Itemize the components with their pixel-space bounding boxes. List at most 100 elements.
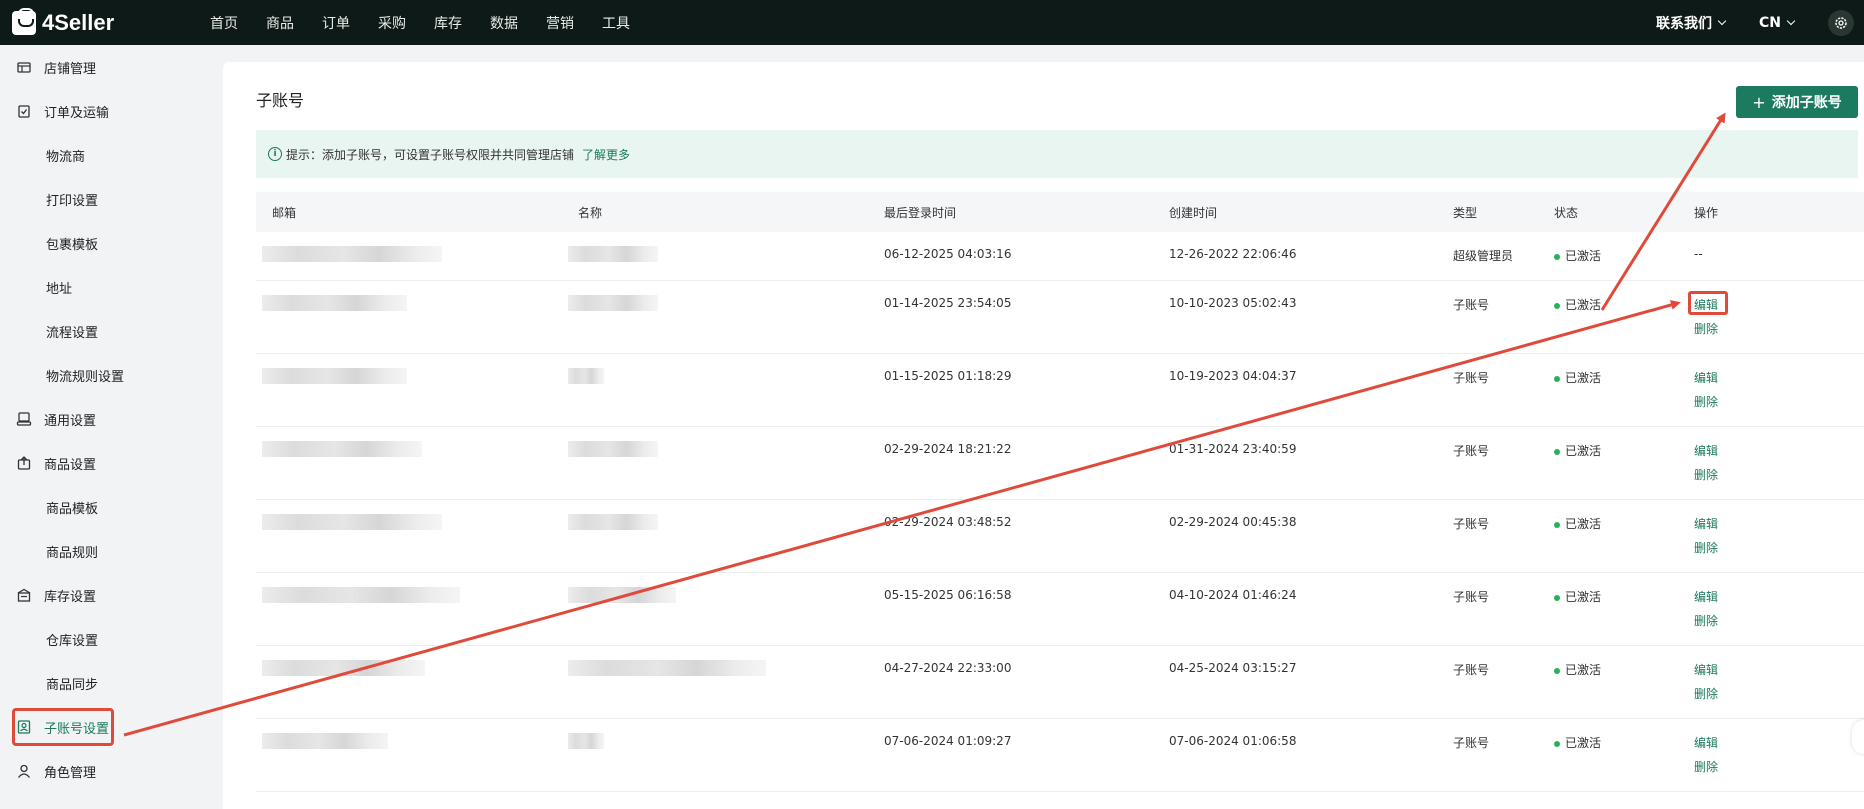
sidebar-item-label: 订单及运输 <box>44 105 110 121</box>
last-login-cell: 02-29-2024 18:21:22 <box>884 442 1012 456</box>
info-icon: i <box>268 147 282 161</box>
edit-link[interactable]: 编辑 <box>1694 442 1718 459</box>
delete-link[interactable]: 删除 <box>1694 320 1718 337</box>
name-redacted <box>568 295 658 311</box>
no-action: -- <box>1694 247 1703 261</box>
nav-item[interactable]: 库存 <box>420 13 476 33</box>
sidebar-item-label: 角色管理 <box>44 765 97 781</box>
status-label: 已激活 <box>1565 249 1602 263</box>
header-type: 类型 <box>1453 205 1478 220</box>
sidebar-item[interactable]: 店铺管理 <box>0 45 223 89</box>
sidebar-item-label: 商品规则 <box>46 545 99 561</box>
annotation-highlight-box <box>12 708 114 746</box>
delete-link[interactable]: 删除 <box>1694 612 1718 629</box>
email-redacted <box>262 660 425 676</box>
edit-link[interactable]: 编辑 <box>1694 588 1718 605</box>
sidebar-item[interactable]: 打印设置 <box>0 177 223 221</box>
nav-item[interactable]: 工具 <box>588 13 644 33</box>
email-redacted <box>262 733 388 749</box>
brand-name: 4Seller <box>42 9 115 35</box>
status-cell: 已激活 <box>1554 515 1601 532</box>
status-dot-icon <box>1554 448 1560 455</box>
created-cell: 04-25-2024 03:15:27 <box>1169 661 1297 675</box>
name-redacted <box>568 733 604 749</box>
edit-link[interactable]: 编辑 <box>1694 734 1718 751</box>
role-icon <box>16 763 32 779</box>
page-title: 子账号 <box>256 91 305 110</box>
sidebar-item[interactable]: 商品模板 <box>0 485 223 529</box>
sidebar-item-label: 仓库设置 <box>46 633 99 649</box>
nav-item[interactable]: 采购 <box>364 13 420 33</box>
sidebar-item[interactable]: 物流规则设置 <box>0 353 223 397</box>
table-row: 01-14-2025 23:54:05 10-10-2023 05:02:43 子账… <box>256 281 1864 354</box>
sidebar-item-label: 商品模板 <box>46 501 99 517</box>
created-cell: 10-10-2023 05:02:43 <box>1169 296 1297 310</box>
nav-item[interactable]: 数据 <box>476 13 532 33</box>
contact-us-label: 联系我们 <box>1656 15 1712 32</box>
main-nav: 首页 商品 订单 采购 库存 数据 营销 工具 <box>196 13 644 33</box>
sidebar-item[interactable]: 通用设置 <box>0 397 223 441</box>
language-menu[interactable]: CN <box>1759 14 1796 31</box>
sidebar-item[interactable]: 商品规则 <box>0 529 223 573</box>
settings-icon <box>16 411 32 427</box>
email-redacted <box>262 295 407 311</box>
add-sub-account-button[interactable]: + 添加子账号 <box>1736 86 1858 118</box>
sidebar-item[interactable]: 流程设置 <box>0 309 223 353</box>
nav-item[interactable]: 营销 <box>532 13 588 33</box>
sidebar-item[interactable]: 地址 <box>0 265 223 309</box>
table-row: 06-12-2025 04:03:16 12-26-2022 22:06:46 超级… <box>256 232 1864 281</box>
delete-link[interactable]: 删除 <box>1694 393 1718 410</box>
sidebar-item[interactable]: 子账号设置 <box>0 705 223 749</box>
sidebar-item[interactable]: 库存设置 <box>0 573 223 617</box>
settings-button[interactable] <box>1828 9 1854 36</box>
header-last-login: 最后登录时间 <box>884 205 957 220</box>
header-status: 状态 <box>1554 205 1579 220</box>
status-cell: 已激活 <box>1554 442 1601 459</box>
edit-link[interactable]: 编辑 <box>1694 515 1718 532</box>
last-login-cell: 05-15-2025 06:16:58 <box>884 588 1012 602</box>
side-tab-handle[interactable] <box>1852 720 1864 754</box>
email-redacted <box>262 368 407 384</box>
header-name: 名称 <box>578 205 603 220</box>
sidebar-item-label: 打印设置 <box>46 193 99 209</box>
sidebar-item[interactable]: 包裹模板 <box>0 221 223 265</box>
header-ops: 操作 <box>1694 205 1719 220</box>
email-redacted <box>262 514 442 530</box>
nav-item[interactable]: 订单 <box>308 13 364 33</box>
name-redacted <box>568 441 658 457</box>
table-row: 02-29-2024 03:48:52 02-29-2024 00:45:38 子账… <box>256 500 1864 573</box>
nav-item[interactable]: 商品 <box>252 13 308 33</box>
sidebar-item[interactable]: 商品同步 <box>0 661 223 705</box>
sidebar-item[interactable]: 仓库设置 <box>0 617 223 661</box>
delete-link[interactable]: 删除 <box>1694 758 1718 775</box>
status-cell: 已激活 <box>1554 661 1601 678</box>
created-cell: 04-10-2024 01:46:24 <box>1169 588 1297 602</box>
last-login-cell: 04-27-2024 22:33:00 <box>884 661 1012 675</box>
sidebar-item[interactable]: 角色管理 <box>0 749 223 793</box>
table-row: 07-06-2024 01:09:27 07-06-2024 01:06:58 子账… <box>256 719 1864 792</box>
logo[interactable]: 4Seller <box>12 7 196 36</box>
add-sub-account-label: 添加子账号 <box>1771 95 1842 111</box>
sidebar-item[interactable]: 订单及运输 <box>0 89 223 133</box>
header-created: 创建时间 <box>1169 205 1218 220</box>
delete-link[interactable]: 删除 <box>1694 685 1718 702</box>
learn-more-link[interactable]: 了解更多 <box>582 146 630 163</box>
edit-link[interactable]: 编辑 <box>1694 369 1718 386</box>
email-redacted <box>262 441 422 457</box>
annotation-highlight-box <box>1688 291 1728 315</box>
nav-item[interactable]: 首页 <box>196 13 252 33</box>
delete-link[interactable]: 删除 <box>1694 539 1718 556</box>
edit-link[interactable]: 编辑 <box>1694 661 1718 678</box>
status-label: 已激活 <box>1565 663 1602 677</box>
table-header: 邮箱 名称 最后登录时间 创建时间 类型 状态 操作 <box>256 192 1864 232</box>
sidebar-item[interactable]: 商品设置 <box>0 441 223 485</box>
last-login-cell: 02-29-2024 03:48:52 <box>884 515 1012 529</box>
name-redacted <box>568 660 766 676</box>
status-label: 已激活 <box>1565 736 1602 750</box>
sidebar-item-label: 通用设置 <box>44 413 97 429</box>
language-label: CN <box>1759 14 1781 31</box>
contact-us-menu[interactable]: 联系我们 <box>1656 13 1727 33</box>
type-cell: 子账号 <box>1453 298 1490 312</box>
delete-link[interactable]: 删除 <box>1694 466 1718 483</box>
sidebar-item[interactable]: 物流商 <box>0 133 223 177</box>
